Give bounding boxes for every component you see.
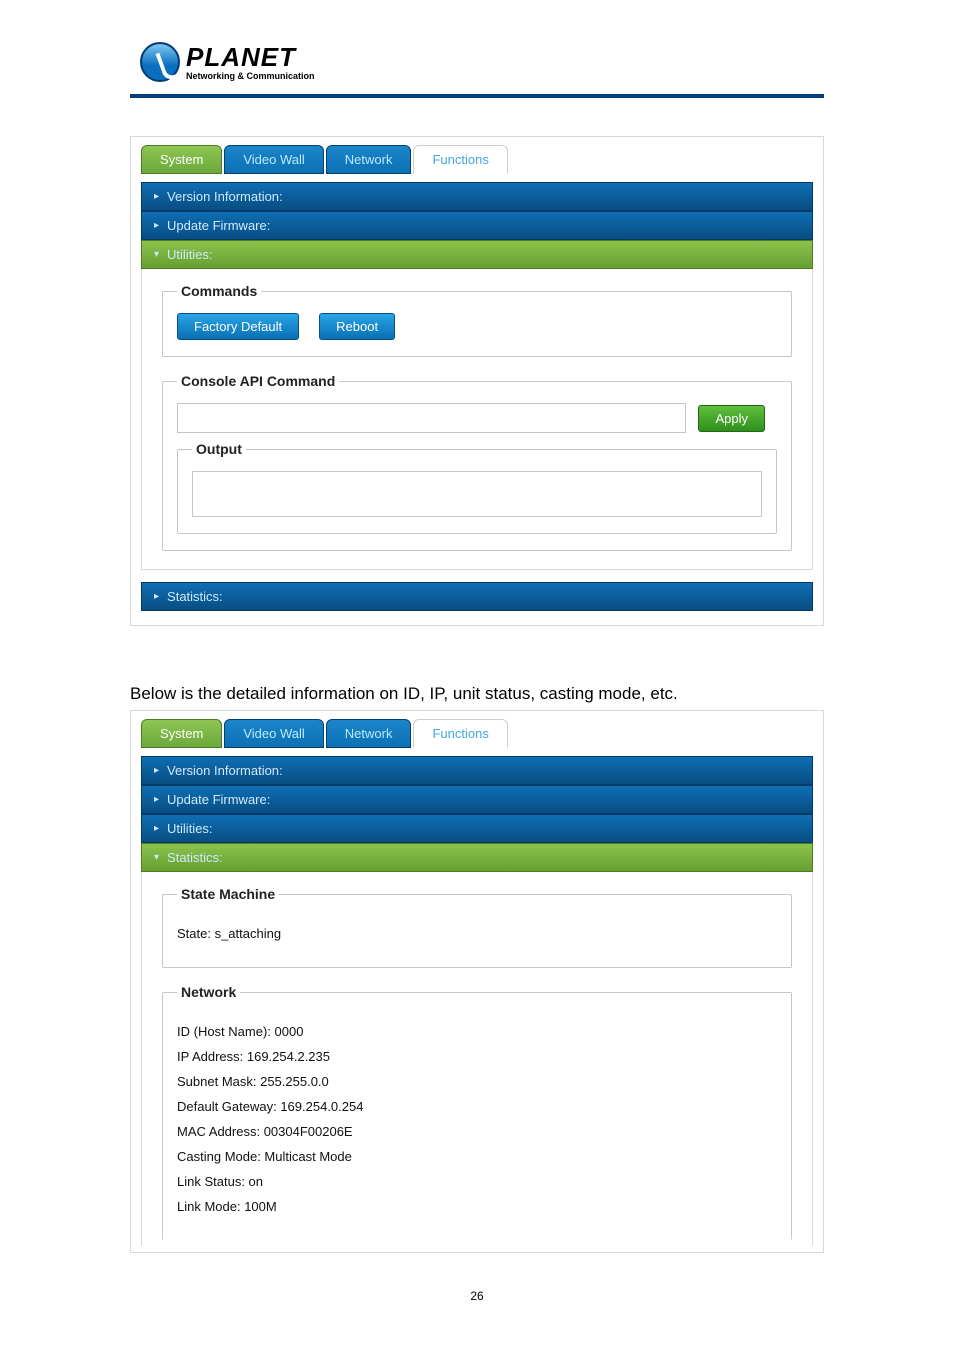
network-group: Network ID (Host Name): 0000 IP Address:… — [162, 984, 792, 1240]
output-group: Output — [177, 441, 777, 534]
acc-label: Update Firmware: — [167, 218, 270, 233]
acc-label: Update Firmware: — [167, 792, 270, 807]
reboot-button[interactable]: Reboot — [319, 313, 395, 340]
acc-label: Version Information: — [167, 763, 283, 778]
subnet-mask: Subnet Mask: 255.255.0.0 — [177, 1074, 777, 1089]
brand-logo: PLANET Networking & Communication — [140, 42, 954, 82]
chevron-right-icon: ▸ — [154, 794, 159, 805]
main-tabs: System Video Wall Network Functions — [141, 145, 813, 174]
console-api-input[interactable] — [177, 403, 686, 433]
state-value: State: s_attaching — [177, 926, 777, 941]
acc-version-information[interactable]: ▸ Version Information: — [141, 756, 813, 785]
main-tabs: System Video Wall Network Functions — [141, 719, 813, 748]
tab-functions[interactable]: Functions — [413, 719, 507, 748]
tab-video-wall[interactable]: Video Wall — [224, 145, 323, 174]
chevron-right-icon: ▸ — [154, 220, 159, 231]
screenshot-utilities: System Video Wall Network Functions ▸ Ve… — [130, 136, 824, 626]
commands-legend: Commands — [177, 283, 261, 299]
chevron-right-icon: ▸ — [154, 591, 159, 602]
output-legend: Output — [192, 441, 246, 457]
page-number: 26 — [0, 1289, 954, 1323]
acc-statistics[interactable]: ▸ Statistics: — [141, 582, 813, 611]
factory-default-button[interactable]: Factory Default — [177, 313, 299, 340]
mac-address: MAC Address: 00304F00206E — [177, 1124, 777, 1139]
chevron-down-icon: ▾ — [154, 249, 159, 260]
tab-system[interactable]: System — [141, 145, 222, 174]
apply-button[interactable]: Apply — [698, 405, 765, 432]
acc-label: Statistics: — [167, 850, 223, 865]
chevron-right-icon: ▸ — [154, 823, 159, 834]
acc-label: Utilities: — [167, 247, 213, 262]
tab-functions[interactable]: Functions — [413, 145, 507, 174]
casting-mode: Casting Mode: Multicast Mode — [177, 1149, 777, 1164]
console-api-legend: Console API Command — [177, 373, 339, 389]
tab-system[interactable]: System — [141, 719, 222, 748]
acc-label: Utilities: — [167, 821, 213, 836]
tab-network[interactable]: Network — [326, 719, 412, 748]
default-gateway: Default Gateway: 169.254.0.254 — [177, 1099, 777, 1114]
acc-update-firmware[interactable]: ▸ Update Firmware: — [141, 785, 813, 814]
acc-version-information[interactable]: ▸ Version Information: — [141, 182, 813, 211]
caption-text: Below is the detailed information on ID,… — [130, 684, 824, 704]
chevron-right-icon: ▸ — [154, 765, 159, 776]
acc-utilities[interactable]: ▸ Utilities: — [141, 814, 813, 843]
screenshot-statistics: System Video Wall Network Functions ▸ Ve… — [130, 710, 824, 1253]
acc-utilities[interactable]: ▾ Utilities: — [141, 240, 813, 269]
link-mode: Link Mode: 100M — [177, 1199, 777, 1214]
chevron-down-icon: ▾ — [154, 852, 159, 863]
acc-statistics[interactable]: ▾ Statistics: — [141, 843, 813, 872]
acc-update-firmware[interactable]: ▸ Update Firmware: — [141, 211, 813, 240]
header-divider — [130, 94, 824, 98]
state-machine-group: State Machine State: s_attaching — [162, 886, 792, 968]
console-api-group: Console API Command Apply Output — [162, 373, 792, 551]
commands-group: Commands Factory Default Reboot — [162, 283, 792, 357]
tab-video-wall[interactable]: Video Wall — [224, 719, 323, 748]
output-area — [192, 471, 762, 517]
document-header: PLANET Networking & Communication — [0, 0, 954, 88]
planet-globe-icon — [140, 42, 180, 82]
ip-address: IP Address: 169.254.2.235 — [177, 1049, 777, 1064]
tab-network[interactable]: Network — [326, 145, 412, 174]
statistics-panel: State Machine State: s_attaching Network… — [141, 872, 813, 1246]
acc-label: Statistics: — [167, 589, 223, 604]
state-machine-legend: State Machine — [177, 886, 279, 902]
network-legend: Network — [177, 984, 240, 1000]
id-host-name: ID (Host Name): 0000 — [177, 1024, 777, 1039]
link-status: Link Status: on — [177, 1174, 777, 1189]
acc-label: Version Information: — [167, 189, 283, 204]
brand-tagline: Networking & Communication — [186, 72, 315, 81]
utilities-panel: Commands Factory Default Reboot Console … — [141, 269, 813, 570]
chevron-right-icon: ▸ — [154, 191, 159, 202]
brand-name: PLANET — [186, 44, 315, 70]
